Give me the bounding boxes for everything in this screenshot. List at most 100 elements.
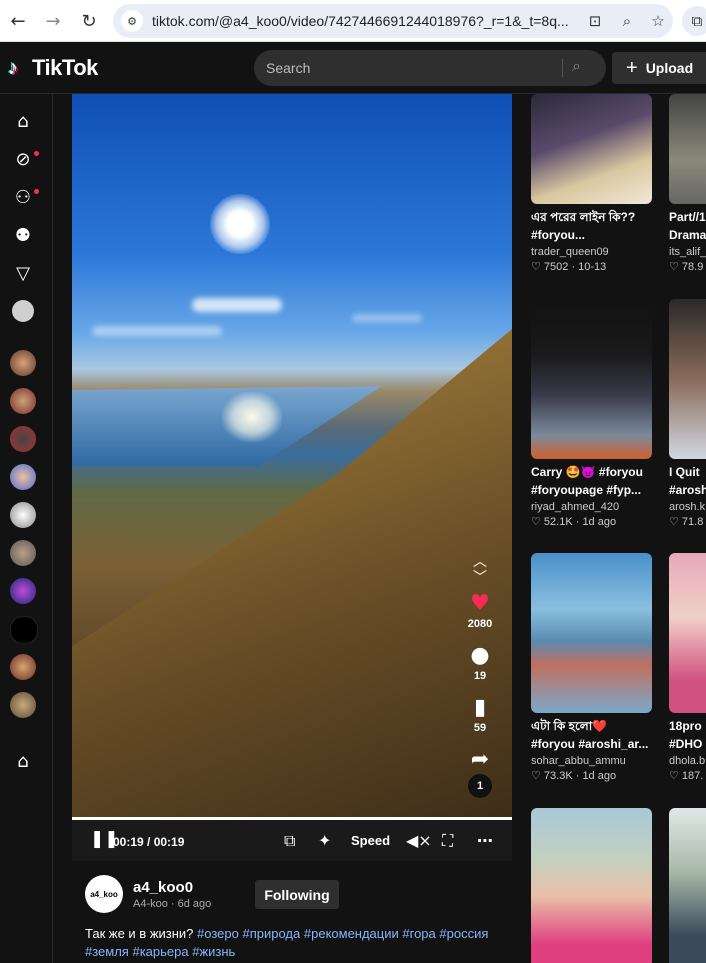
video-card[interactable]: এটা কি হলো❤️ #foryou #aroshi_ar... sohar… bbox=[531, 553, 652, 782]
followed-account-avatar[interactable] bbox=[10, 464, 36, 490]
sun-shape bbox=[210, 194, 270, 254]
video-thumbnail[interactable] bbox=[669, 299, 706, 459]
mute-icon[interactable]: ◀× bbox=[406, 831, 432, 850]
card-title[interactable]: I Quit bbox=[669, 463, 706, 481]
card-author[interactable]: trader_queen09 bbox=[531, 246, 652, 258]
live-studio-icon[interactable]: ⌂ bbox=[12, 750, 34, 772]
fullscreen-icon[interactable]: ⛶ bbox=[442, 831, 453, 851]
search-placeholder[interactable]: Search bbox=[266, 60, 310, 76]
card-title[interactable]: Part//1 bbox=[669, 208, 706, 226]
bookmark-star-icon[interactable]: ☆ bbox=[648, 11, 668, 31]
video-thumbnail[interactable] bbox=[531, 808, 652, 963]
followed-account-avatar[interactable] bbox=[10, 578, 36, 604]
chevron-up-icon[interactable]: ︿ bbox=[462, 554, 498, 570]
card-title[interactable]: এর পরের লাইন কি?? bbox=[531, 208, 652, 226]
friends-icon[interactable]: ⚉ bbox=[12, 224, 34, 246]
followed-account-avatar[interactable] bbox=[10, 616, 38, 644]
brand-name: TikTok bbox=[32, 55, 98, 80]
save-action[interactable]: ▮ 59 bbox=[462, 696, 498, 735]
comment-icon[interactable]: ● bbox=[462, 644, 498, 668]
followed-account-avatar[interactable] bbox=[10, 540, 36, 566]
card-title[interactable]: 18pro bbox=[669, 717, 706, 735]
card-author[interactable]: sohar_abbu_ammu bbox=[531, 755, 652, 767]
reload-icon[interactable]: ↻ bbox=[77, 9, 101, 33]
followed-account-avatar[interactable] bbox=[10, 426, 36, 452]
video-thumbnail[interactable] bbox=[669, 94, 706, 204]
video-thumbnail[interactable] bbox=[669, 808, 706, 963]
autoscroll-icon[interactable]: ✦ bbox=[318, 831, 331, 850]
share-icon[interactable]: ➦ bbox=[462, 748, 498, 772]
card-title[interactable]: #arosh bbox=[669, 481, 706, 499]
followed-account-avatar[interactable] bbox=[10, 502, 36, 528]
video-card[interactable]: I Quit #arosh arosh.k ♡ 71.8 bbox=[669, 299, 706, 528]
tiktok-logo[interactable]: ♪ TikTok bbox=[8, 55, 98, 81]
video-card[interactable] bbox=[531, 808, 652, 963]
followed-account-avatar[interactable] bbox=[10, 654, 36, 680]
home-icon[interactable]: ⌂ bbox=[12, 110, 34, 132]
card-title[interactable]: Carry 🤩😈 #foryou bbox=[531, 463, 652, 481]
hashtag-link[interactable]: #жизнь bbox=[192, 944, 235, 959]
search-icon[interactable]: ⌕ bbox=[572, 58, 581, 76]
extensions-icon[interactable]: ⧉ bbox=[682, 6, 706, 36]
site-info-icon[interactable]: ⚙ bbox=[121, 10, 143, 32]
plus-icon: + bbox=[626, 56, 638, 79]
video-player[interactable]: ︿ ﹀ ♥ 2080 ● 19 ▮ 59 ➦ 1 ❚❚ 00:19 / 00:1… bbox=[72, 94, 512, 861]
video-card[interactable]: এর পরের লাইন কি?? #foryou... trader_quee… bbox=[531, 94, 652, 273]
forward-icon[interactable]: → bbox=[41, 9, 65, 33]
hashtag-link[interactable]: #озеро bbox=[197, 926, 239, 941]
card-title[interactable]: #DHO bbox=[669, 735, 706, 753]
video-thumbnail[interactable] bbox=[531, 553, 652, 713]
upload-button[interactable]: + Upload bbox=[612, 52, 706, 84]
hashtag-link[interactable]: #земля bbox=[85, 944, 129, 959]
speed-button[interactable]: Speed bbox=[351, 833, 390, 848]
video-frame[interactable] bbox=[72, 94, 512, 817]
hashtag-link[interactable]: #карьера bbox=[132, 944, 188, 959]
author-avatar[interactable]: a4_koo bbox=[85, 875, 123, 913]
card-author[interactable]: dhola.b bbox=[669, 755, 706, 767]
scroll-arrows[interactable]: ︿ ﹀ bbox=[462, 554, 498, 586]
explore-icon[interactable]: ⊘ bbox=[12, 148, 34, 170]
followed-account-avatar[interactable] bbox=[10, 388, 36, 414]
card-title[interactable]: এটা কি হলো❤️ bbox=[531, 717, 652, 735]
like-action[interactable]: ♥ 2080 bbox=[462, 592, 498, 631]
share-action[interactable]: ➦ 1 bbox=[462, 748, 498, 798]
comment-action[interactable]: ● 19 bbox=[462, 644, 498, 683]
address-bar[interactable]: ⚙ tiktok.com/@a4_koo0/video/742744669124… bbox=[113, 4, 673, 38]
url-text[interactable]: tiktok.com/@a4_koo0/video/74274466912440… bbox=[152, 13, 582, 29]
hashtag-link[interactable]: #природа bbox=[242, 926, 300, 941]
video-thumbnail[interactable] bbox=[669, 553, 706, 713]
video-card[interactable]: 18pro #DHO dhola.b ♡ 187. bbox=[669, 553, 706, 782]
heart-icon[interactable]: ♥ bbox=[462, 592, 498, 616]
card-title[interactable]: #foryou... bbox=[531, 226, 652, 244]
following-icon[interactable]: ⚇ bbox=[12, 186, 34, 208]
video-thumbnail[interactable] bbox=[531, 299, 652, 459]
followed-account-avatar[interactable] bbox=[10, 692, 36, 718]
card-author[interactable]: arosh.k bbox=[669, 501, 706, 513]
install-app-icon[interactable]: ⊡ bbox=[585, 11, 605, 31]
chevron-down-icon[interactable]: ﹀ bbox=[462, 570, 498, 586]
bookmark-icon[interactable]: ▮ bbox=[462, 696, 498, 720]
search-bar[interactable]: Search ⌕ bbox=[254, 50, 606, 86]
messages-icon[interactable]: ▽ bbox=[12, 262, 34, 284]
zoom-icon[interactable]: ⌕ bbox=[617, 11, 637, 31]
card-title[interactable]: #foryou #aroshi_ar... bbox=[531, 735, 652, 753]
back-icon[interactable]: ← bbox=[6, 9, 30, 33]
followed-account-avatar[interactable] bbox=[10, 350, 36, 376]
card-author[interactable]: riyad_ahmed_420 bbox=[531, 501, 652, 513]
following-button[interactable]: Following bbox=[255, 880, 339, 909]
card-author[interactable]: its_alif_s bbox=[669, 246, 706, 258]
author-username[interactable]: a4_koo0 bbox=[133, 879, 193, 896]
picture-in-picture-icon[interactable]: ⧉ bbox=[284, 831, 295, 851]
hashtag-link[interactable]: #россия bbox=[439, 926, 488, 941]
hashtag-link[interactable]: #гора bbox=[402, 926, 435, 941]
more-options-icon[interactable]: ⋯ bbox=[477, 831, 493, 850]
card-title[interactable]: #foryoupage #fyp... bbox=[531, 481, 652, 499]
video-card[interactable] bbox=[669, 808, 706, 963]
card-title[interactable]: Drama bbox=[669, 226, 706, 244]
video-card[interactable]: Carry 🤩😈 #foryou #foryoupage #fyp... riy… bbox=[531, 299, 652, 528]
video-thumbnail[interactable] bbox=[531, 94, 652, 204]
video-card[interactable]: Part//1 Drama its_alif_s ♡ 78.9 bbox=[669, 94, 706, 273]
browser-toolbar: ← → ↻ ⚙ tiktok.com/@a4_koo0/video/742744… bbox=[0, 0, 706, 42]
profile-avatar[interactable] bbox=[12, 300, 34, 322]
hashtag-link[interactable]: #рекомендации bbox=[304, 926, 399, 941]
